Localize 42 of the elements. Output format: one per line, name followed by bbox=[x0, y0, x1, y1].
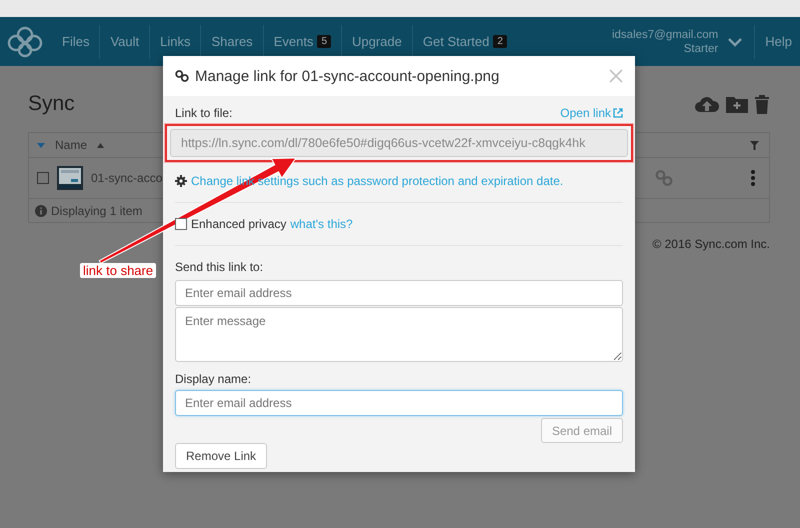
account-plan: Starter bbox=[684, 42, 718, 56]
account-email[interactable]: idsales7@gmail.com bbox=[612, 28, 718, 42]
file-name[interactable]: 01-sync-acco bbox=[91, 171, 162, 185]
help-link[interactable]: Help bbox=[754, 24, 800, 58]
privacy-checkbox[interactable] bbox=[175, 218, 187, 230]
count-badge: 2 bbox=[493, 35, 507, 48]
close-icon[interactable] bbox=[609, 69, 623, 83]
external-link-icon[interactable] bbox=[613, 108, 623, 118]
trash-icon[interactable] bbox=[754, 94, 770, 114]
logo-icon[interactable] bbox=[6, 26, 44, 58]
filter-icon[interactable] bbox=[750, 140, 759, 150]
field-label: Link to file: bbox=[175, 106, 232, 120]
count-badge: 5 bbox=[317, 35, 331, 48]
link-icon bbox=[175, 70, 189, 82]
annotation-label: link to share bbox=[80, 263, 156, 278]
remove-link-button[interactable]: Remove Link bbox=[175, 443, 268, 469]
display-name-field[interactable]: Enter email address bbox=[175, 390, 623, 416]
gear-icon[interactable] bbox=[175, 175, 187, 187]
email-field[interactable]: Enter email address bbox=[175, 280, 623, 306]
send-email-button[interactable]: Send email bbox=[540, 418, 623, 443]
more-options-icon[interactable] bbox=[751, 170, 755, 186]
open-link[interactable]: Open link bbox=[560, 106, 611, 120]
column-header[interactable]: Name bbox=[55, 138, 88, 152]
help-link[interactable]: what's this? bbox=[290, 217, 353, 231]
new-folder-icon[interactable] bbox=[726, 95, 748, 113]
nav-item[interactable]: Vault bbox=[99, 24, 150, 58]
field-label: Send this link to: bbox=[175, 260, 264, 274]
message-field[interactable]: Enter message bbox=[175, 307, 623, 362]
nav-item[interactable]: Files bbox=[52, 24, 100, 58]
copyright: © 2016 Sync.com Inc. bbox=[652, 237, 770, 251]
cloud-upload-icon[interactable] bbox=[694, 94, 720, 114]
info-icon bbox=[35, 204, 47, 216]
item-count: Displaying 1 item bbox=[51, 204, 142, 218]
dialog-title: Manage link for 01-sync-account-opening.png bbox=[195, 68, 500, 84]
row-checkbox[interactable] bbox=[37, 172, 49, 184]
link-field[interactable]: https://ln.sync.com/dl/780e6fe50#digq66us-vcetw22f-xmvceiyu-c8qgk4hk bbox=[170, 129, 628, 157]
sort-icon[interactable] bbox=[97, 142, 104, 148]
chevron-down-icon[interactable] bbox=[728, 36, 742, 46]
checkbox-label: Enhanced privacy bbox=[191, 217, 286, 231]
caret-icon[interactable] bbox=[37, 142, 45, 148]
field-label: Display name: bbox=[175, 372, 252, 386]
page-title: Sync bbox=[28, 92, 75, 116]
